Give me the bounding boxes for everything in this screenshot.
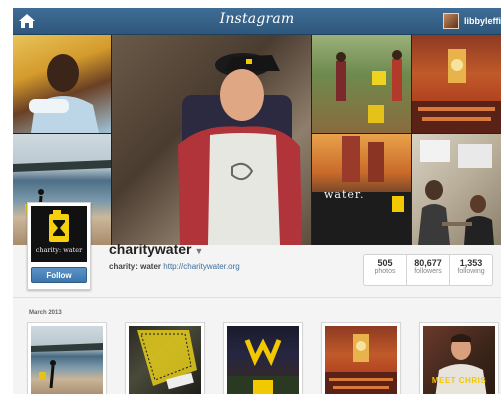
mosaic-photo-office[interactable] [412,134,501,245]
mosaic-photo-boy-cap[interactable] [112,35,311,245]
boy-cap-photo [178,53,302,245]
feed-photo-beach[interactable] [27,322,107,394]
stat-followers-label: followers [414,268,442,275]
top-nav-bar: Instagram libbyleffi [13,8,501,35]
instagram-logo[interactable]: Instagram [13,11,501,27]
stat-followers[interactable]: 80,677 followers [407,255,450,285]
app-frame: Instagram libbyleffi water. charity: wat… [13,8,501,394]
profile-username[interactable]: charitywater ▼ [109,241,203,257]
stat-photos-label: photos [374,268,396,275]
boy-smiling-photo [29,54,99,133]
women-water-photo [336,50,402,123]
feed-photo-jerry-can[interactable] [125,322,205,394]
meet-chris-caption: MEET CHRIS [431,376,487,385]
feed-photo-event[interactable] [223,322,303,394]
user-menu[interactable]: libbyleffi [442,13,501,29]
feed-photo-meet-chris[interactable]: MEET CHRIS [419,322,499,394]
stat-followers-count: 80,677 [414,258,442,268]
mosaic-photo-boy-smiling[interactable] [13,35,111,133]
stat-following-label: following [457,268,485,275]
username-label: libbyleffi [463,16,501,26]
bio-name: charity: water [109,262,162,271]
feed-photo-assembly[interactable] [321,322,401,394]
event-thumb [227,338,299,394]
month-heading: March 2013 [29,310,62,316]
beach-thumb [31,343,103,389]
profile-stats: 505 photos 80,677 followers 1,353 follow… [363,254,493,286]
assembly-thumb [325,334,397,394]
office-photo [418,140,494,245]
follow-button[interactable]: Follow [31,267,87,283]
user-avatar [442,13,459,29]
bio-link[interactable]: http://charitywater.org [163,262,239,271]
mosaic-photo-water-sign[interactable]: water. [312,134,411,245]
stat-photos[interactable]: 505 photos [364,255,407,285]
water-sign-text: water. [324,188,365,201]
stat-photos-count: 505 [377,258,393,268]
stat-following[interactable]: 1,353 following [450,255,492,285]
jerry-can-thumb [137,330,197,390]
charity-water-wordmark: charity: water [35,246,83,254]
profile-bio: charity: water http://charitywater.org [109,262,240,271]
stat-following-count: 1,353 [459,258,483,268]
section-divider [13,297,501,298]
assembly-photo [412,49,501,133]
profile-username-text: charitywater [109,241,192,257]
mosaic-photo-assembly[interactable] [412,35,501,133]
chevron-down-icon[interactable]: ▼ [194,246,203,256]
mosaic-photo-women-water[interactable] [312,35,411,133]
profile-avatar-card: charity: water Follow [27,202,91,290]
charity-water-logo: charity: water [31,206,87,262]
